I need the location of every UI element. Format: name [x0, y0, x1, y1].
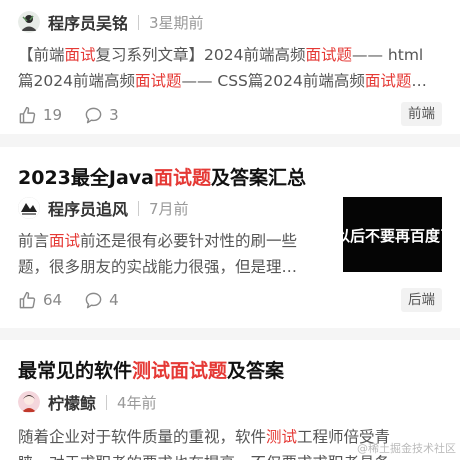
- comment-button[interactable]: 4: [84, 291, 119, 310]
- article-title[interactable]: 最常见的软件测试面试题及答案: [18, 356, 284, 383]
- article-card[interactable]: 程序员吴铭 3星期前 【前端面试复习系列文章】2024前端高频面试题—— htm…: [0, 0, 460, 134]
- excerpt-line: 前言面试前还是很有必要针对性的刷一些: [18, 232, 298, 250]
- watermark: @稀土掘金技术社区: [357, 442, 456, 455]
- article-title[interactable]: 2023最全Java面试题及答案汇总: [18, 163, 306, 190]
- author-info: 柠檬鲸 4年前: [18, 390, 157, 414]
- category-tag[interactable]: 前端: [401, 102, 442, 126]
- comment-icon: [85, 292, 102, 308]
- author-info: 程序员吴铭 3星期前: [18, 10, 204, 34]
- article-thumbnail[interactable]: 以后不要再百度了: [343, 197, 442, 272]
- article-card[interactable]: 2023最全Java面试题及答案汇总 程序员追风 7月前 前言面试前还是很有必要…: [0, 147, 460, 328]
- divider: [106, 394, 108, 410]
- like-icon: [19, 291, 36, 308]
- divider: [138, 14, 140, 30]
- comment-button[interactable]: 3: [84, 106, 119, 125]
- like-button[interactable]: 64: [18, 291, 62, 310]
- author-name[interactable]: 柠檬鲸: [48, 390, 96, 414]
- excerpt-line: 篇2024前端高频面试题—— CSS篇2024前端高频面试题…: [18, 72, 427, 90]
- like-button[interactable]: 19: [18, 106, 62, 125]
- publish-time: 7月前: [149, 199, 189, 218]
- comment-count: 3: [109, 106, 119, 124]
- like-count: 19: [43, 106, 63, 124]
- excerpt-line: 【前端面试复习系列文章】2024前端高频面试题—— html: [18, 46, 424, 64]
- article-excerpt[interactable]: 【前端面试复习系列文章】2024前端高频面试题—— html 篇2024前端高频…: [18, 42, 446, 94]
- author-name[interactable]: 程序员追风: [48, 196, 128, 220]
- avatar[interactable]: [18, 391, 40, 413]
- avatar[interactable]: [18, 11, 40, 33]
- publish-time: 3星期前: [149, 13, 204, 32]
- author-name[interactable]: 程序员吴铭: [48, 10, 128, 34]
- article-stats: 19 3: [18, 104, 141, 126]
- author-info: 程序员追风 7月前: [18, 196, 189, 220]
- article-excerpt[interactable]: 前言面试前还是很有必要针对性的刷一些 题，很多朋友的实战能力很强，但是理…: [18, 228, 326, 280]
- article-feed: 程序员吴铭 3星期前 【前端面试复习系列文章】2024前端高频面试题—— htm…: [0, 0, 460, 460]
- like-icon: [19, 106, 36, 123]
- category-tag[interactable]: 后端: [401, 288, 442, 312]
- thumbnail-text: 以后不要再百度了: [343, 227, 442, 245]
- avatar[interactable]: [18, 197, 40, 219]
- like-count: 64: [43, 291, 63, 309]
- comment-count: 4: [109, 291, 119, 309]
- excerpt-line: 题，很多朋友的实战能力很强，但是理…: [18, 258, 298, 276]
- article-stats: 64 4: [18, 289, 141, 311]
- comment-icon: [85, 107, 102, 123]
- divider: [138, 200, 140, 216]
- publish-time: 4年前: [117, 393, 157, 412]
